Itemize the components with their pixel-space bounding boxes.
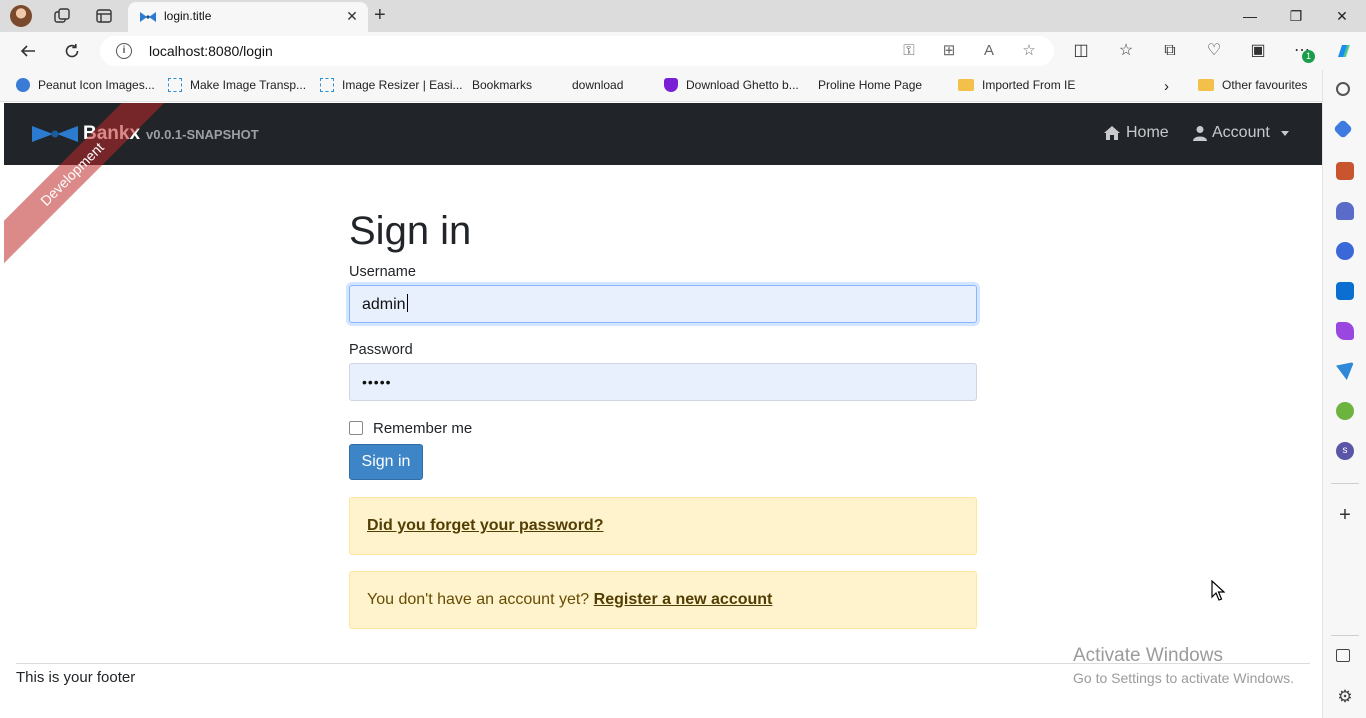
spring-icon[interactable] — [1336, 402, 1354, 420]
sidebar-divider — [1331, 635, 1359, 636]
close-window-icon[interactable]: ✕ — [1330, 6, 1354, 26]
designer-icon[interactable] — [1336, 322, 1354, 340]
shopping-tag-icon[interactable] — [1333, 119, 1353, 139]
collections-icon[interactable]: ⧉ — [1160, 41, 1180, 61]
add-icon[interactable]: + — [1336, 505, 1354, 525]
remember-me-label[interactable]: Remember me — [373, 420, 472, 437]
password-label: Password — [349, 342, 413, 358]
back-icon[interactable] — [17, 40, 39, 62]
read-aloud-icon[interactable]: A — [980, 42, 998, 60]
logo-icon[interactable] — [32, 125, 78, 143]
folder-icon — [958, 79, 974, 91]
settings-gear-icon[interactable]: ⚙ — [1336, 688, 1354, 706]
nav-account-dropdown[interactable]: Account — [1193, 124, 1289, 142]
search-icon[interactable] — [1336, 82, 1350, 96]
app-available-icon[interactable]: ⊞ — [940, 42, 958, 60]
bookmark-make-image[interactable]: Make Image Transp... — [168, 78, 306, 92]
tab-title: login.title — [164, 9, 212, 23]
split-screen-icon[interactable]: ◫ — [1071, 41, 1091, 61]
image-icon — [320, 78, 334, 92]
sign-in-button[interactable]: Sign in — [349, 444, 423, 480]
key-icon[interactable]: ⚿ — [900, 42, 918, 60]
favorites-icon[interactable]: ☆ — [1116, 41, 1136, 61]
page-title: Sign in — [349, 209, 472, 253]
username-label: Username — [349, 264, 416, 280]
forgot-password-link[interactable]: Did you forget your password? — [367, 517, 603, 534]
tab-login[interactable]: login.title ✕ — [128, 2, 368, 32]
home-icon — [1104, 126, 1120, 140]
bookmark-ghetto[interactable]: Download Ghetto b... — [664, 78, 799, 92]
bookmark-image-resizer[interactable]: Image Resizer | Easi... — [320, 78, 463, 92]
chevron-down-icon — [1280, 130, 1289, 136]
bookmark-bookmarks[interactable]: Bookmarks — [472, 78, 532, 195]
new-tab-icon[interactable]: + — [374, 5, 386, 25]
mouse-pointer-icon — [1211, 580, 1225, 601]
remember-me-checkbox[interactable] — [349, 421, 363, 435]
copilot-icon[interactable] — [1334, 41, 1354, 61]
tools-icon[interactable] — [1336, 162, 1354, 180]
watermark-title: Activate Windows — [1073, 645, 1223, 666]
password-input[interactable]: ••••• — [349, 363, 977, 401]
browser-tab-strip: login.title ✕ + — ❐ ✕ — [0, 0, 1366, 32]
outlook-icon[interactable] — [1336, 282, 1354, 300]
web-page: Bankx v0.0.1-SNAPSHOT Home Account Devel… — [4, 103, 1322, 715]
text-cursor — [406, 294, 408, 312]
edge-sidebar: s + ⚙ — [1322, 70, 1366, 718]
send-icon[interactable] — [1336, 362, 1354, 380]
app-version: v0.0.1-SNAPSHOT — [146, 127, 259, 142]
app-navbar: Bankx v0.0.1-SNAPSHOT Home Account — [4, 103, 1322, 165]
s-app-icon[interactable]: s — [1336, 442, 1354, 460]
register-alert: You don't have an account yet? Register … — [349, 571, 977, 629]
bookmark-imported-ie[interactable]: Imported From IE — [958, 78, 1075, 92]
peanut-icon — [16, 78, 30, 92]
bookmark-other-favourites[interactable]: Other favourites — [1198, 78, 1307, 92]
extension-badge: 1 — [1302, 50, 1315, 63]
bookmark-proline[interactable]: Proline Home Page — [818, 78, 922, 195]
refresh-icon[interactable] — [61, 40, 83, 62]
sidebar-divider — [1331, 483, 1359, 484]
image-icon — [168, 78, 182, 92]
favorite-star-icon[interactable]: ☆ — [1020, 42, 1038, 60]
profile-avatar[interactable] — [10, 5, 32, 27]
workspaces-icon[interactable] — [52, 6, 72, 26]
restore-icon[interactable]: ❐ — [1284, 6, 1308, 26]
site-info-icon[interactable]: i — [116, 43, 132, 59]
brand-name[interactable]: Bankx — [83, 123, 140, 145]
close-tab-icon[interactable]: ✕ — [344, 8, 360, 24]
windows-activation-watermark: Activate Windows Go to Settings to activ… — [1073, 645, 1294, 686]
forgot-password-alert: Did you forget your password? — [349, 497, 977, 555]
register-link[interactable]: Register a new account — [594, 591, 773, 608]
user-icon — [1193, 126, 1207, 141]
hide-sidebar-icon[interactable] — [1336, 649, 1350, 662]
address-bar[interactable]: i localhost:8080/login ⚿ ⊞ A ☆ — [100, 36, 1054, 66]
minimize-icon[interactable]: — — [1238, 6, 1262, 26]
folder-icon — [1198, 79, 1214, 91]
bookmarks-overflow-chevron-icon[interactable]: › — [1164, 78, 1169, 95]
bow-icon — [140, 12, 156, 22]
games-icon[interactable] — [1336, 202, 1354, 220]
bookmark-peanut[interactable]: Peanut Icon Images... — [16, 78, 155, 92]
microsoft-365-icon[interactable] — [1336, 242, 1354, 260]
browser-essentials-icon[interactable]: ♡ — [1204, 41, 1224, 61]
footer-text: This is your footer — [16, 669, 136, 686]
shield-icon — [664, 78, 678, 92]
tab-actions-icon[interactable] — [94, 6, 114, 26]
bookmark-download[interactable]: download — [572, 78, 623, 195]
username-input[interactable]: admin — [349, 285, 977, 323]
extensions-icon[interactable]: ▣ — [1248, 41, 1268, 61]
no-account-text: You don't have an account yet? — [367, 591, 590, 608]
favorites-bar: Peanut Icon Images... Make Image Transp.… — [0, 70, 1366, 195]
url-text[interactable]: localhost:8080/login — [149, 43, 273, 59]
address-toolbar: i localhost:8080/login ⚿ ⊞ A ☆ ◫ ☆ ⧉ ♡ ▣… — [0, 32, 1366, 70]
nav-home-link[interactable]: Home — [1103, 124, 1169, 142]
watermark-subtitle: Go to Settings to activate Windows. — [1073, 670, 1294, 686]
